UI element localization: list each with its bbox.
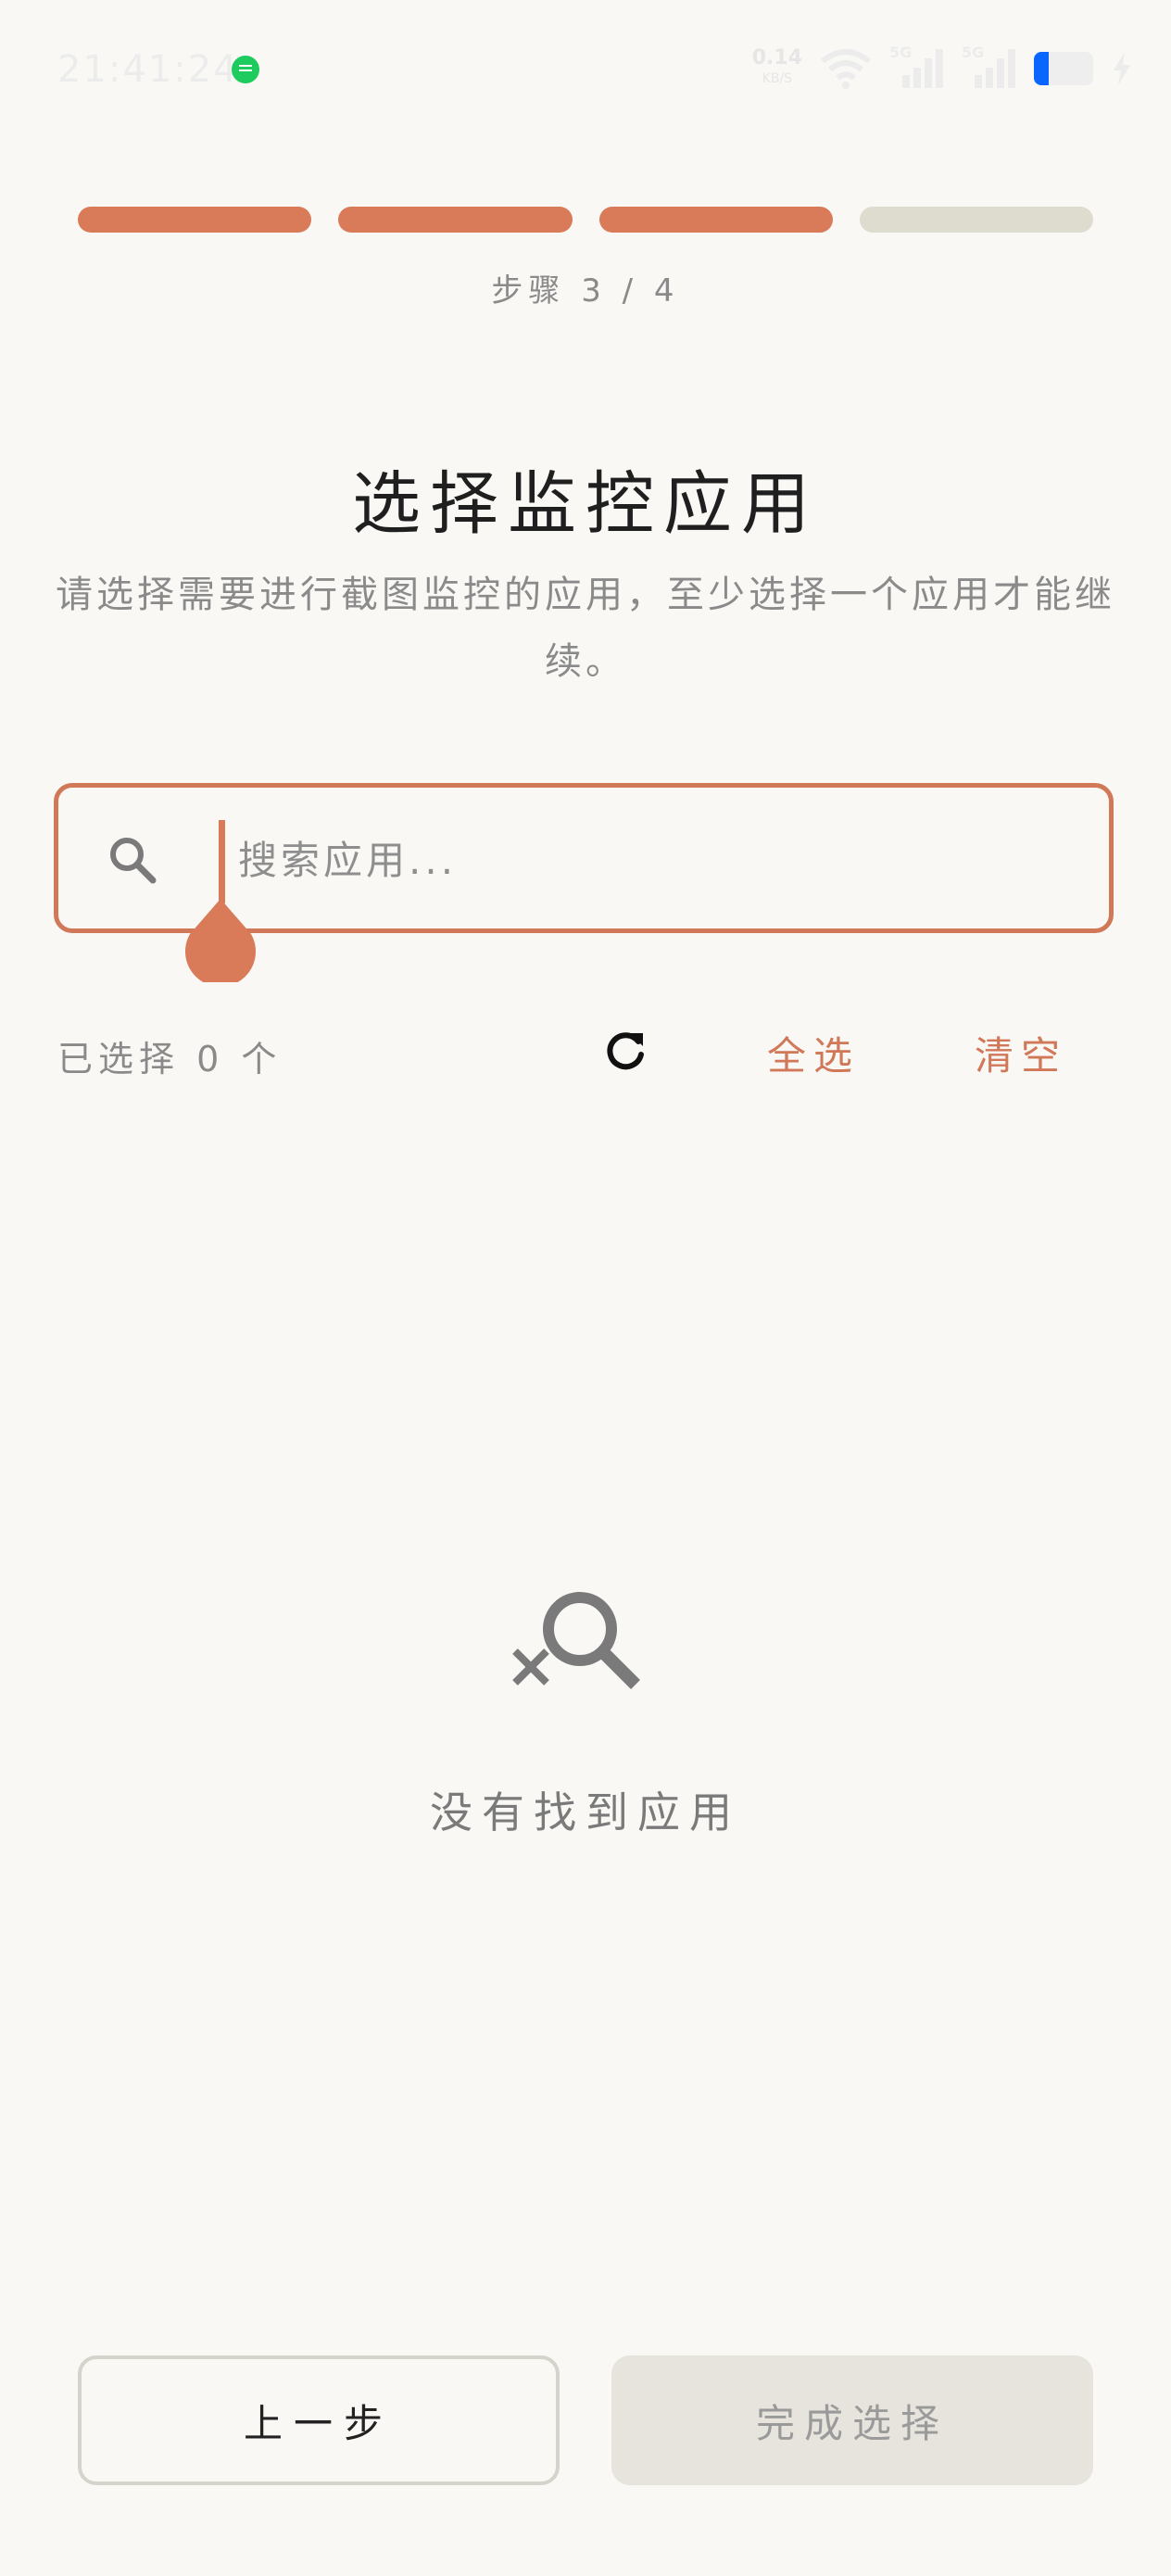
network-speed-unit: KB/S <box>762 71 793 86</box>
charging-icon <box>1110 50 1134 87</box>
search-off-icon <box>506 1585 645 1718</box>
finish-selection-button[interactable]: 完成选择 <box>611 2355 1093 2485</box>
selected-count: 已选择 0 个 <box>57 1039 283 1080</box>
progress-segment <box>859 207 1093 233</box>
signal-label: 5G <box>889 44 913 61</box>
cursor-handle-icon[interactable] <box>184 899 257 987</box>
cellular-signal-icon-2: 5G <box>962 44 1017 90</box>
search-input[interactable] <box>231 815 1072 904</box>
select-all-button[interactable]: 全选 <box>767 1025 860 1081</box>
wifi-icon <box>819 48 873 89</box>
status-bar: 21:41:24 0.14 KB/S 5G 5G <box>0 0 1171 139</box>
status-time: 21:41:24 <box>57 48 239 91</box>
status-indicators: 0.14 KB/S 5G 5G <box>752 44 1134 93</box>
empty-state-text: 没有找到应用 <box>430 1787 741 1837</box>
network-speed-value: 0.14 <box>751 46 802 69</box>
progress-segment <box>598 207 833 233</box>
battery-icon <box>1034 52 1093 85</box>
refresh-icon[interactable] <box>602 1029 648 1075</box>
signal-label-2: 5G <box>962 44 985 61</box>
text-cursor <box>219 820 225 903</box>
notification-app-icon <box>232 56 259 83</box>
progress-segment <box>338 207 573 233</box>
search-icon <box>107 834 158 890</box>
page-subtitle: 请选择需要进行截图监控的应用，至少选择一个应用才能继续。 <box>56 574 1115 683</box>
battery-level <box>1034 52 1049 85</box>
cellular-signal-icon: 5G <box>889 44 945 90</box>
previous-step-button[interactable]: 上一步 <box>78 2355 560 2485</box>
page-title: 选择监控应用 <box>352 464 819 544</box>
step-indicator: 步骤 3 / 4 <box>491 272 680 309</box>
progress-segment <box>78 207 312 233</box>
step-progress-bar <box>78 207 1093 233</box>
network-speed: 0.14 KB/S <box>752 48 802 89</box>
clear-button[interactable]: 清空 <box>975 1025 1067 1081</box>
